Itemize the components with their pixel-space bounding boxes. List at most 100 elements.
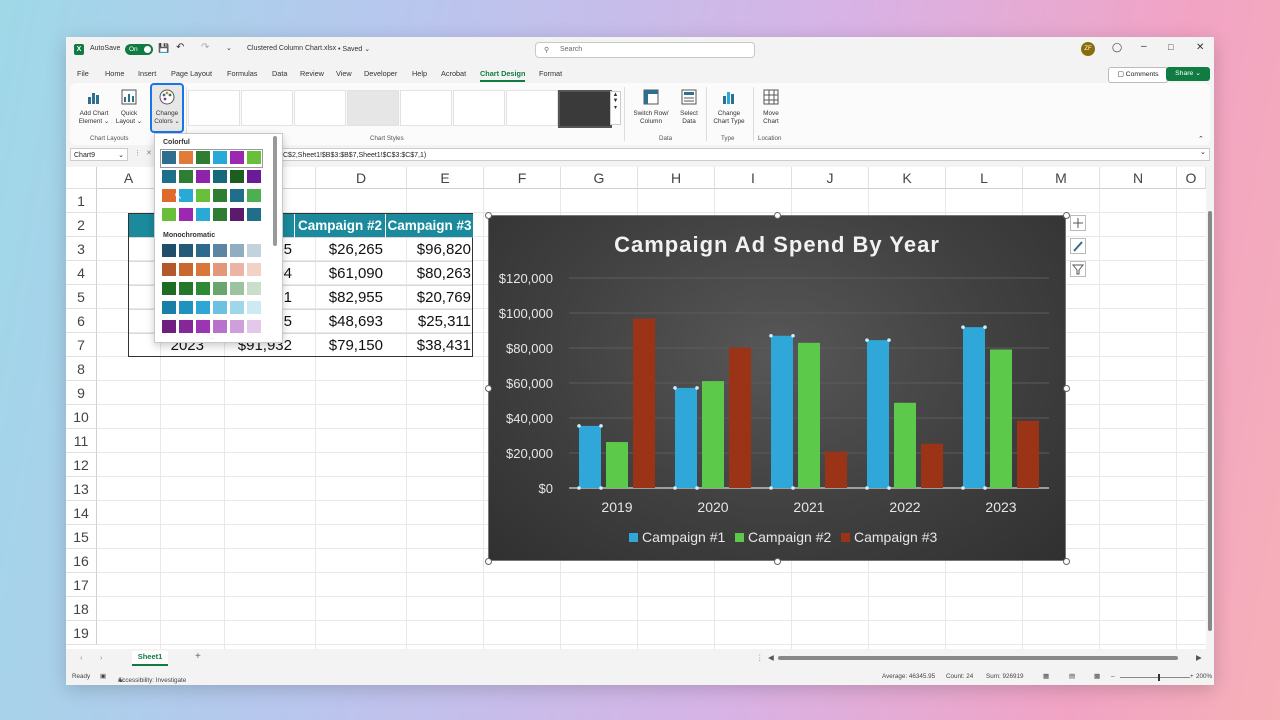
row-header[interactable]: 3	[66, 237, 97, 261]
table-cell[interactable]: $38,431	[386, 334, 474, 358]
tab-help[interactable]: Help	[412, 69, 427, 78]
name-box[interactable]: Chart9 ⌄	[70, 148, 128, 161]
tab-view[interactable]: View	[336, 69, 352, 78]
table-cell[interactable]: $82,955	[295, 286, 386, 310]
table-cell[interactable]: $26,265	[295, 238, 386, 262]
row-header[interactable]: 4	[66, 261, 97, 285]
row-header[interactable]: 9	[66, 381, 97, 405]
colorful-palette-row[interactable]	[160, 149, 263, 168]
row-header[interactable]: 2	[66, 213, 97, 237]
quick-layout-button[interactable]: Quick Layout ⌄	[114, 89, 144, 126]
tab-home[interactable]: Home	[105, 69, 124, 78]
zoom-level[interactable]: 200%	[1196, 673, 1212, 680]
customize-toolbar-icon[interactable]: ⌄	[226, 44, 232, 52]
column-header[interactable]: A	[97, 167, 161, 189]
tab-page-layout[interactable]: Page Layout	[171, 69, 212, 78]
chart-style-5[interactable]	[400, 90, 452, 126]
scroll-left-icon[interactable]: ◀	[768, 653, 774, 662]
column-header[interactable]: K	[869, 167, 946, 189]
comments-button[interactable]: ▢ Comments	[1108, 67, 1168, 83]
monochromatic-palette-row[interactable]	[162, 301, 261, 316]
row-header[interactable]: 17	[66, 573, 97, 597]
vertical-scroll-thumb[interactable]	[1208, 211, 1212, 631]
tab-chart-design[interactable]: Chart Design	[480, 69, 526, 82]
column-header[interactable]: H	[638, 167, 715, 189]
chart-style-7[interactable]	[506, 90, 558, 126]
resize-handle[interactable]	[774, 558, 781, 565]
sheet-tab-sheet1[interactable]: Sheet1	[132, 651, 168, 666]
save-icon[interactable]: 💾	[158, 43, 169, 54]
formula-input[interactable]: C$2,Sheet1!$B$3:$B$7,Sheet1!$C$3:$C$7,1)	[280, 148, 1210, 161]
horizontal-scroll-thumb[interactable]	[778, 656, 1178, 660]
row-header[interactable]: 1	[66, 189, 97, 213]
monochromatic-palette-row[interactable]	[162, 282, 261, 297]
resize-handle[interactable]	[774, 212, 781, 219]
macro-record-icon[interactable]: ▣	[100, 673, 106, 680]
next-sheet-icon[interactable]: ›	[100, 653, 103, 662]
add-chart-element-button[interactable]: Add Chart Element ⌄	[76, 89, 112, 126]
tab-data[interactable]: Data	[272, 69, 287, 78]
resize-handle[interactable]	[485, 558, 492, 565]
monochromatic-palette-row[interactable]	[162, 244, 261, 259]
resize-handle[interactable]	[1063, 212, 1070, 219]
collapse-ribbon-icon[interactable]: ⌃	[1198, 135, 1204, 143]
table-cell[interactable]: $20,769	[386, 286, 474, 310]
style-gallery-scroll[interactable]: ▲ ▼ ▾	[610, 91, 621, 125]
chart-style-6[interactable]	[453, 90, 505, 126]
move-chart-button[interactable]: Move Chart	[756, 89, 786, 126]
monochromatic-palette-row[interactable]	[162, 263, 261, 278]
dropdown-scroll-thumb[interactable]	[273, 136, 277, 246]
table-cell[interactable]: $61,090	[295, 262, 386, 286]
minimize-icon[interactable]: –	[1141, 41, 1147, 52]
row-header[interactable]: 13	[66, 477, 97, 501]
prev-sheet-icon[interactable]: ‹	[80, 653, 83, 662]
resize-grip-icon[interactable]: ⋯	[210, 336, 215, 342]
chart-style-4[interactable]	[347, 90, 399, 126]
column-header[interactable]: J	[792, 167, 869, 189]
tab-formulas[interactable]: Formulas	[227, 69, 257, 78]
row-header[interactable]: 18	[66, 597, 97, 621]
table-header-cell[interactable]: Campaign #2	[295, 214, 386, 238]
column-header[interactable]: G	[561, 167, 638, 189]
column-header[interactable]: F	[484, 167, 561, 189]
change-chart-type-button[interactable]: Change Chart Type	[708, 89, 750, 126]
resize-handle[interactable]	[1063, 558, 1070, 565]
row-header[interactable]: 6	[66, 309, 97, 333]
row-header[interactable]: 19	[66, 621, 97, 645]
normal-view-icon[interactable]: ▦	[1043, 673, 1049, 680]
tab-review[interactable]: Review	[300, 69, 324, 78]
change-colors-button[interactable]: Change Colors ⌄	[150, 83, 184, 133]
table-cell[interactable]: $96,820	[386, 238, 474, 262]
page-break-view-icon[interactable]: ▩	[1094, 673, 1100, 680]
chart-elements-button[interactable]	[1070, 215, 1086, 231]
zoom-slider[interactable]	[1120, 677, 1190, 678]
vertical-scrollbar[interactable]	[1206, 167, 1214, 649]
row-header[interactable]: 8	[66, 357, 97, 381]
close-icon[interactable]: ✕	[1196, 42, 1204, 53]
column-header[interactable]: N	[1100, 167, 1177, 189]
redo-icon[interactable]: ↷	[201, 42, 209, 53]
scroll-right-icon[interactable]: ▶	[1196, 653, 1202, 662]
colorful-palette-row[interactable]	[162, 208, 261, 223]
monochromatic-palette-row[interactable]	[162, 320, 261, 335]
share-button[interactable]: Share ⌄	[1166, 67, 1210, 81]
zoom-out-icon[interactable]: –	[1111, 673, 1115, 680]
select-all-corner[interactable]	[66, 167, 97, 189]
saved-status[interactable]: • Saved ⌄	[338, 45, 370, 53]
switch-row-column-button[interactable]: Switch Row/ Column	[628, 89, 674, 126]
chart-style-2[interactable]	[241, 90, 293, 126]
chart-filters-button[interactable]	[1070, 261, 1086, 277]
table-cell[interactable]: $25,311	[386, 310, 474, 334]
column-header[interactable]: I	[715, 167, 792, 189]
table-header-cell[interactable]: Campaign #3	[386, 214, 474, 238]
chart-styles-button[interactable]	[1070, 238, 1086, 254]
autosave-toggle[interactable]: On	[125, 44, 153, 55]
column-header[interactable]: D	[316, 167, 407, 189]
undo-icon[interactable]: ↶	[176, 42, 184, 53]
row-header[interactable]: 16	[66, 549, 97, 573]
row-header[interactable]: 7	[66, 333, 97, 357]
tab-file[interactable]: File	[77, 69, 89, 78]
chart[interactable]: Campaign Ad Spend By Year $0 $20,000 $40,00…	[488, 215, 1066, 561]
resize-handle[interactable]	[1063, 385, 1070, 392]
lightbulb-icon[interactable]: ◯	[1112, 42, 1122, 53]
